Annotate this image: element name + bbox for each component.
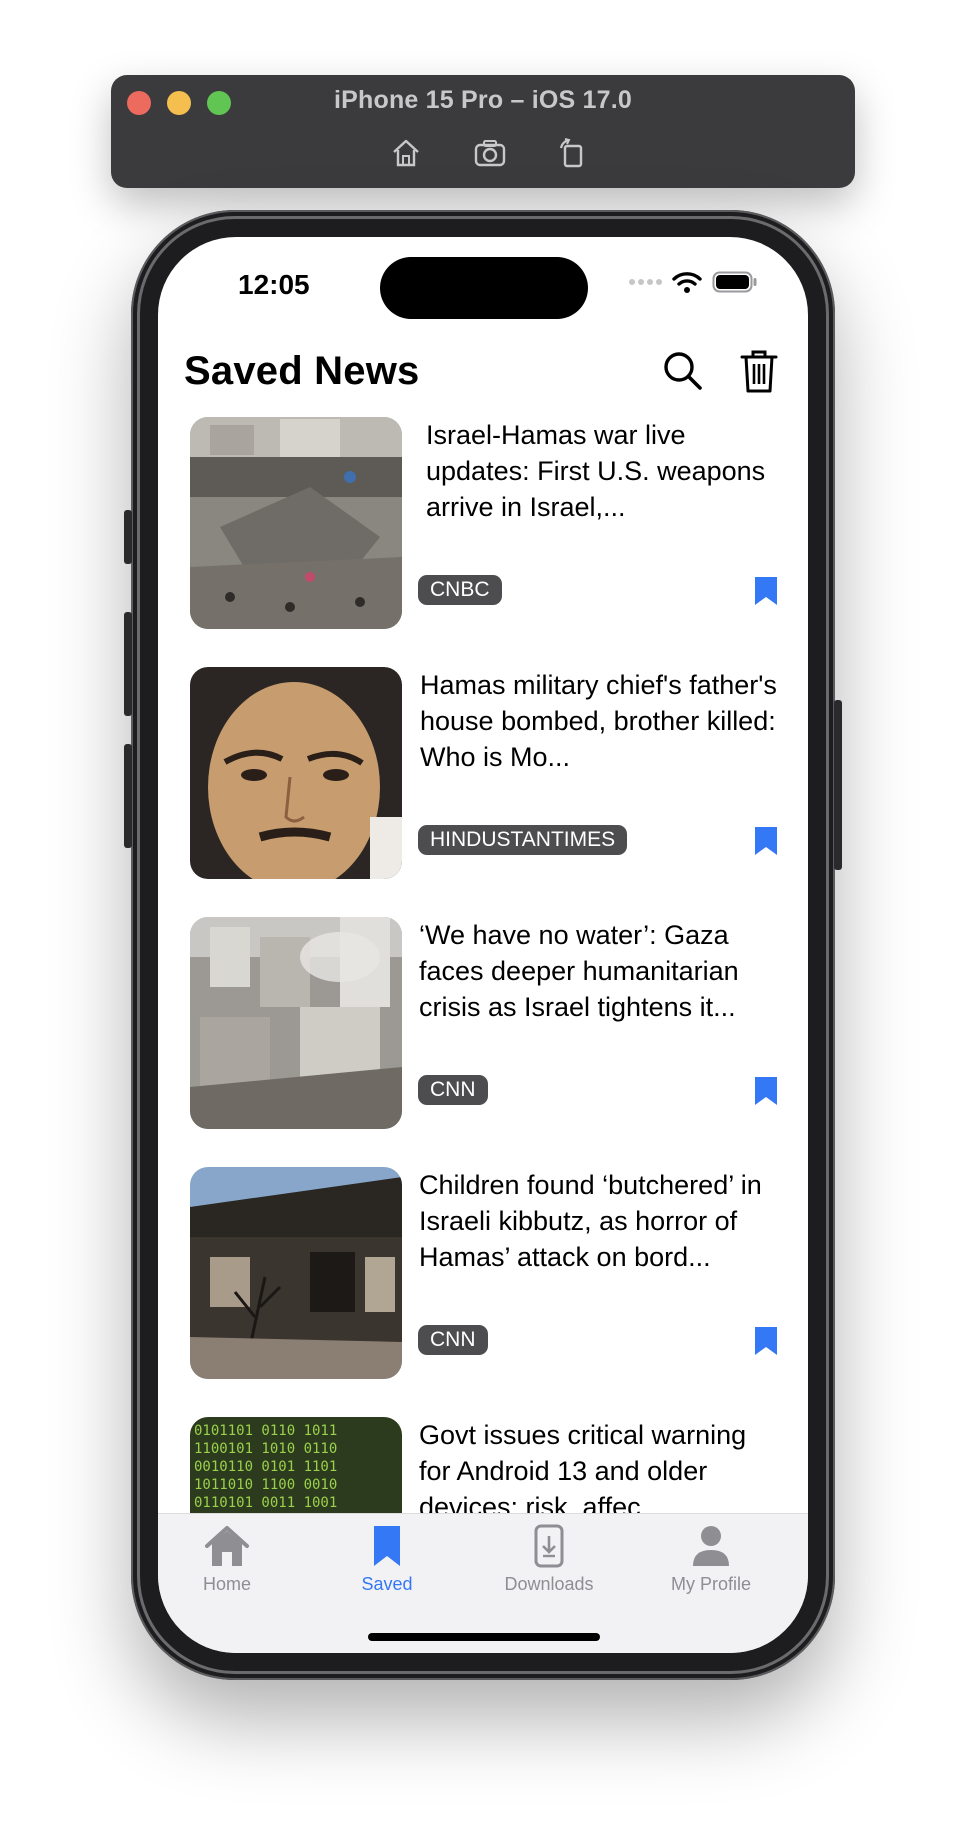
bookmark-icon[interactable] [752, 1325, 780, 1357]
phone-screen: 12:05 Saved News Israel-Hamas war live u… [158, 237, 808, 1653]
simulator-title: iPhone 15 Pro – iOS 17.0 [334, 86, 632, 114]
list-item[interactable]: Hamas military chief's father's house bo… [190, 667, 780, 879]
action-button [124, 510, 132, 564]
search-icon [664, 352, 702, 390]
rubble-crowd-image [190, 417, 402, 629]
status-time: 12:05 [238, 269, 310, 300]
article-headline: Hamas military chief's father's house bo… [420, 670, 777, 772]
house-icon [205, 1526, 249, 1566]
list-item[interactable]: 0101101 0110 1011 1100101 1010 0110 0010… [190, 1417, 780, 1517]
article-headline: Govt issues critical warning for Android… [419, 1420, 747, 1517]
signal-icon [629, 279, 662, 285]
article-thumbnail [190, 917, 402, 1129]
article-thumbnail [190, 1167, 402, 1379]
list-item[interactable]: Children found ‘butchered’ in Israeli ki… [190, 1167, 780, 1379]
source-badge: CNN [418, 1325, 488, 1355]
svg-text:0101101 0110 1011: 0101101 0110 1011 [194, 1423, 337, 1439]
trash-icon [740, 350, 778, 393]
svg-text:1100101 1010 0110: 1100101 1010 0110 [194, 1441, 337, 1457]
article-headline: Israel-Hamas war live updates: First U.S… [426, 420, 766, 522]
svg-text:0010110 0101 1101: 0010110 0101 1101 [194, 1459, 337, 1475]
tab-label-downloads: Downloads [504, 1574, 594, 1594]
article-thumbnail: 0101101 0110 1011 1100101 1010 0110 0010… [190, 1417, 402, 1517]
list-item[interactable]: Israel-Hamas war live updates: First U.S… [190, 417, 780, 629]
tab-my-profile[interactable]: My Profile [646, 1524, 776, 1595]
rotate-icon[interactable] [555, 136, 589, 170]
bookmark-icon[interactable] [752, 1075, 780, 1107]
burned-house-image [190, 1167, 402, 1379]
home-indicator[interactable] [368, 1633, 600, 1641]
page-title: Saved News [184, 348, 420, 393]
person-icon [693, 1526, 729, 1566]
power-button [834, 700, 842, 870]
destroyed-buildings-image [190, 917, 402, 1129]
screenshot-icon[interactable] [473, 136, 507, 170]
svg-text:1011010 1100 0010: 1011010 1100 0010 [194, 1477, 337, 1493]
dynamic-island [380, 257, 588, 319]
article-headline: ‘We have no water’: Gaza faces deeper hu… [419, 920, 739, 1022]
tab-label-saved: Saved [361, 1574, 413, 1594]
bookmark-icon[interactable] [752, 575, 780, 607]
tab-bar: Home Saved Downloads My Profile [158, 1513, 808, 1653]
volume-down-button [124, 744, 132, 848]
source-badge: CNN [418, 1075, 488, 1105]
tab-downloads[interactable]: Downloads [484, 1524, 614, 1595]
svg-text:0110101 0011 1001: 0110101 0011 1001 [194, 1495, 337, 1511]
search-button[interactable] [660, 348, 706, 394]
saved-news-list[interactable]: Israel-Hamas war live updates: First U.S… [158, 417, 808, 1517]
delete-all-button[interactable] [736, 348, 782, 394]
volume-up-button [124, 612, 132, 716]
binary-code-image: 0101101 0110 1011 1100101 1010 0110 0010… [190, 1417, 402, 1517]
tab-saved[interactable]: Saved [322, 1524, 452, 1595]
wifi-icon [672, 272, 702, 293]
status-indicators [628, 271, 758, 293]
portrait-image [190, 667, 402, 879]
article-thumbnail [190, 667, 402, 879]
source-badge: CNBC [418, 575, 502, 605]
tab-label-my-profile: My Profile [670, 1574, 751, 1594]
article-headline: Children found ‘butchered’ in Israeli ki… [419, 1170, 762, 1272]
list-item[interactable]: ‘We have no water’: Gaza faces deeper hu… [190, 917, 780, 1129]
tab-label-home: Home [202, 1574, 251, 1594]
source-badge: HINDUSTANTIMES [418, 825, 628, 855]
bookmark-icon[interactable] [752, 825, 780, 857]
article-thumbnail [190, 417, 402, 629]
download-phone-icon [534, 1524, 564, 1568]
page-header: Saved News [184, 341, 782, 401]
battery-icon [712, 271, 757, 293]
home-icon[interactable] [389, 136, 423, 170]
tab-home[interactable]: Home [162, 1524, 292, 1595]
bookmark-icon [374, 1526, 400, 1566]
